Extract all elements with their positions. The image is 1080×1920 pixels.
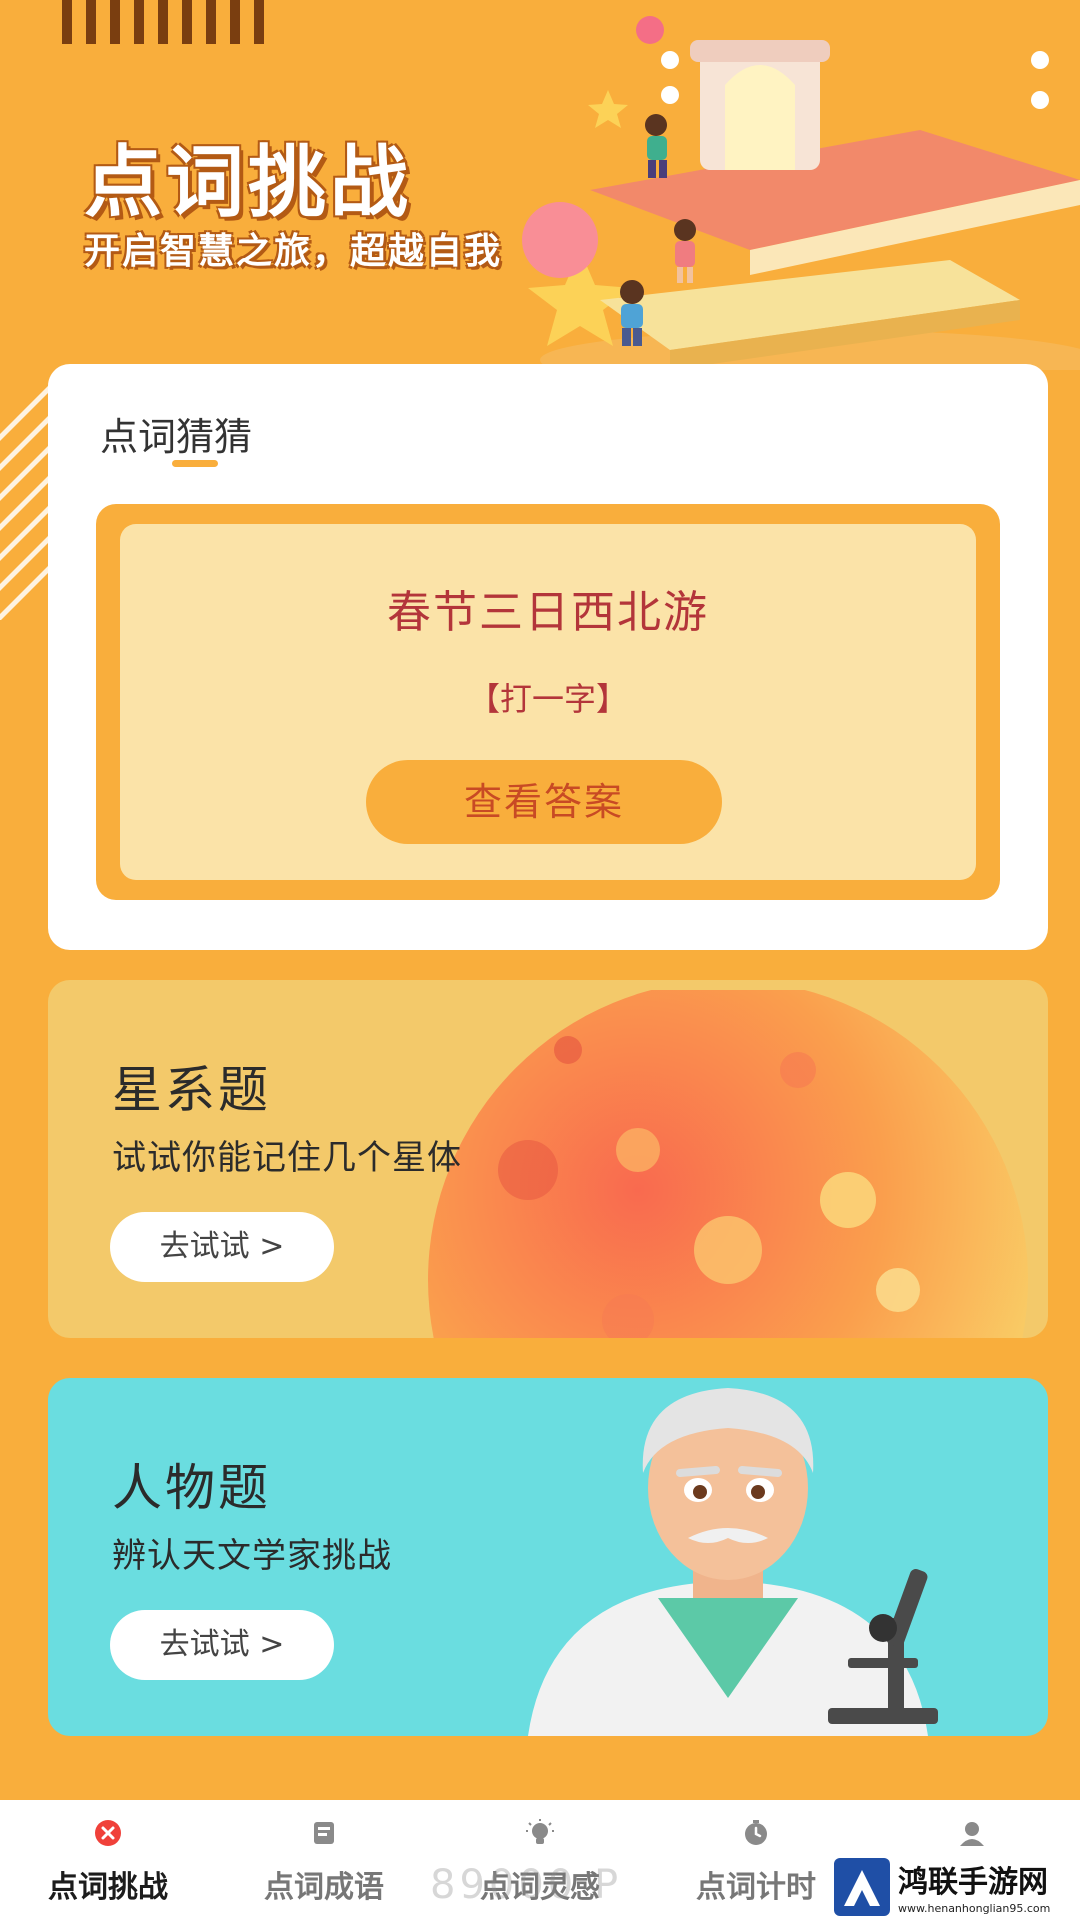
riddle-panel: 春节三日西北游 【打一字】 查看答案 — [120, 524, 976, 880]
person-card-title: 人物题 — [112, 1459, 271, 1517]
riddle-section-title: 点词猜猜 — [100, 415, 253, 459]
hero-title: 点词挑战 — [84, 138, 413, 228]
planet-illustration — [428, 990, 1028, 1338]
watermark-brand: 鸿联手游网 — [898, 1865, 1048, 1900]
watermark-number: 89000 P — [430, 1862, 623, 1908]
tab-idiom-label: 点词成语 — [264, 1870, 384, 1905]
section-title-underline — [172, 460, 218, 467]
header-stripes — [62, 0, 264, 44]
watermark-url: www.henanhonglian95.com — [898, 1902, 1050, 1915]
galaxy-quiz-card[interactable]: 星系题 试试你能记住几个星体 去试试 > — [48, 980, 1048, 1338]
close-circle-icon — [95, 1820, 121, 1846]
person-card-desc: 辨认天文学家挑战 — [112, 1536, 392, 1576]
scientist-illustration — [528, 1388, 938, 1736]
tab-challenge-label: 点词挑战 — [48, 1870, 168, 1905]
lightbulb-icon — [526, 1819, 554, 1844]
person-quiz-card[interactable]: 人物题 辨认天文学家挑战 去试试 > — [48, 1378, 1048, 1736]
galaxy-card-title: 星系题 — [112, 1061, 271, 1119]
book-icon — [314, 1822, 334, 1844]
person-try-button[interactable]: 去试试 > — [110, 1610, 334, 1680]
riddle-frame: 春节三日西北游 【打一字】 查看答案 — [96, 504, 1000, 900]
tab-timer-label: 点词计时 — [696, 1870, 816, 1905]
tab-timer[interactable]: 点词计时 — [648, 1800, 864, 1920]
watermark-logo: 鸿联手游网 www.henanhonglian95.com — [834, 1856, 1074, 1920]
galaxy-card-desc: 试试你能记住几个星体 — [112, 1138, 462, 1178]
galaxy-try-button[interactable]: 去试试 > — [110, 1212, 334, 1282]
view-answer-button[interactable]: 查看答案 — [366, 760, 722, 844]
riddle-card: 点词猜猜 春节三日西北游 【打一字】 查看答案 — [48, 364, 1048, 950]
riddle-hint: 【打一字】 — [467, 680, 628, 718]
tab-challenge[interactable]: 点词挑战 — [0, 1800, 216, 1920]
tab-idiom[interactable]: 点词成语 — [216, 1800, 432, 1920]
hero-books-illustration — [522, 16, 1080, 370]
hero-subtitle: 开启智慧之旅，超越自我 — [84, 231, 503, 272]
timer-icon — [745, 1820, 767, 1845]
riddle-question: 春节三日西北游 — [387, 587, 709, 638]
user-icon — [960, 1822, 984, 1846]
